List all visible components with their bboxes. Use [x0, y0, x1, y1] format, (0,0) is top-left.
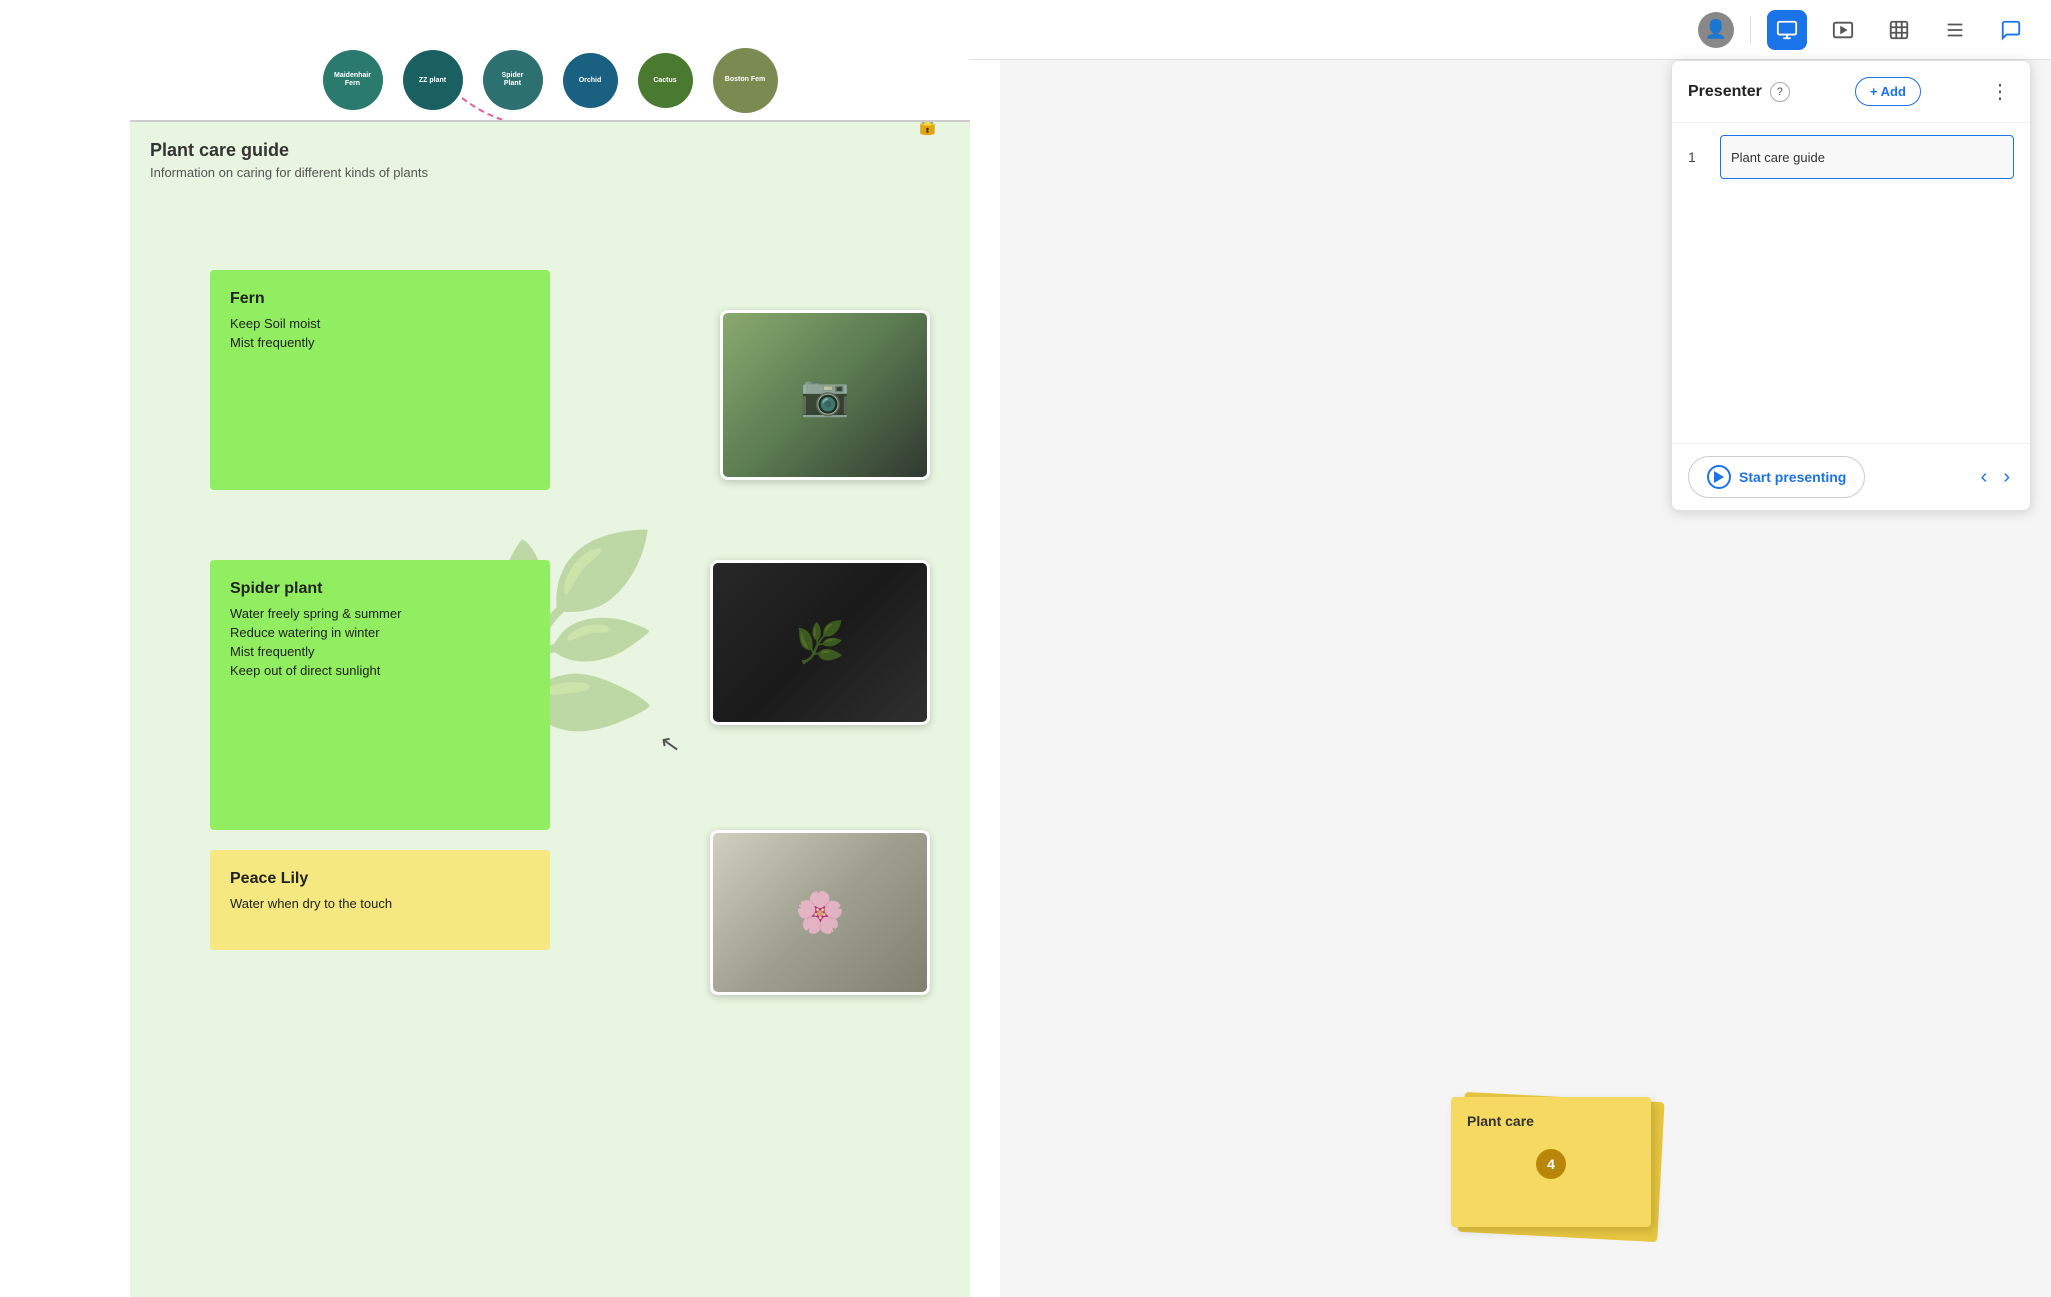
toolbar-slideshow-btn[interactable]: [1823, 10, 1863, 50]
plant-photo-3: 🌸: [710, 830, 930, 995]
presenter-bottom: Start presenting ‹ ›: [1672, 443, 2030, 510]
slide-preview-box-1[interactable]: Plant care guide: [1720, 135, 2014, 179]
presenter-slide-list: 1 Plant care guide: [1672, 123, 2030, 443]
mindmap-node-maidenhair: MaidenhairFern: [323, 50, 383, 110]
mindmap-node-zz: ZZ plant: [403, 50, 463, 110]
nav-prev-btn[interactable]: ‹: [1977, 462, 1992, 493]
slide-preview-text-1: Plant care guide: [1731, 150, 1825, 165]
fern-care-2: Mist frequently: [230, 335, 530, 350]
start-presenting-btn[interactable]: Start presenting: [1688, 456, 1865, 498]
plant-photo-3-placeholder: 🌸: [713, 833, 927, 992]
spider-care-2: Reduce watering in winter: [230, 625, 530, 640]
plant-photo-1-placeholder: 📷: [723, 313, 927, 477]
sticky-note-front: Plant care 4: [1467, 1113, 1635, 1179]
sticky-note-label: Plant care: [1467, 1113, 1635, 1129]
slide-title: Plant care guide: [150, 140, 950, 161]
peace-name: Peace Lily: [230, 870, 530, 888]
slide-header: Plant care guide Information on caring f…: [130, 122, 970, 190]
canvas-area: MaidenhairFern ZZ plant SpiderPlant Orch…: [0, 0, 1000, 1297]
slide-body: 🌿 Fern Keep Soil moist Mist frequently S…: [130, 190, 970, 1285]
fern-care-1: Keep Soil moist: [230, 316, 530, 331]
nav-next-btn[interactable]: ›: [1999, 462, 2014, 493]
mindmap-nodes: MaidenhairFern ZZ plant SpiderPlant Orch…: [323, 48, 778, 113]
mindmap-node-cactus: Cactus: [638, 53, 693, 108]
spider-name: Spider plant: [230, 580, 530, 598]
presenter-help-btn[interactable]: ?: [1770, 82, 1790, 102]
plant-photo-2-placeholder: 🌿: [713, 563, 927, 722]
spider-care-4: Keep out of direct sunlight: [230, 663, 530, 678]
mindmap-node-spider: SpiderPlant: [483, 50, 543, 110]
spider-card: Spider plant Water freely spring & summe…: [210, 560, 550, 830]
slide-subtitle: Information on caring for different kind…: [150, 165, 950, 180]
start-presenting-label: Start presenting: [1739, 469, 1846, 485]
presenter-slide-item-1: 1 Plant care guide: [1688, 135, 2014, 179]
presenter-title-group: Presenter ?: [1688, 82, 1790, 102]
presenter-more-btn[interactable]: ⋮: [1986, 75, 2014, 108]
slide-content: 🔒 Plant care guide Information on caring…: [130, 120, 970, 1297]
presenter-panel-header: Presenter ? + Add ⋮: [1672, 61, 2030, 123]
fern-card: Fern Keep Soil moist Mist frequently: [210, 270, 550, 490]
mindmap-node-orchid: Orchid: [563, 53, 618, 108]
spider-care-3: Mist frequently: [230, 644, 530, 659]
sticky-note-count: 4: [1536, 1149, 1566, 1179]
sticky-note[interactable]: Plant care 4: [1451, 1097, 1651, 1227]
presenter-title: Presenter: [1688, 83, 1762, 101]
fern-name: Fern: [230, 290, 530, 308]
toolbar-presenter-btn[interactable]: [1767, 10, 1807, 50]
peace-card: Peace Lily Water when dry to the touch: [210, 850, 550, 950]
toolbar-comment-btn[interactable]: [1991, 10, 2031, 50]
nav-arrows: ‹ ›: [1977, 462, 2014, 493]
plant-photo-2: 🌿: [710, 560, 930, 725]
presenter-panel: Presenter ? + Add ⋮ 1 Plant care guide S…: [1671, 60, 2031, 511]
presenter-add-btn[interactable]: + Add: [1855, 77, 1921, 106]
toolbar-divider-1: [1750, 16, 1751, 44]
spider-care-1: Water freely spring & summer: [230, 606, 530, 621]
mindmap-area: MaidenhairFern ZZ plant SpiderPlant Orch…: [130, 0, 970, 120]
slide-number-1: 1: [1688, 149, 1708, 165]
plant-photo-1: 📷: [720, 310, 930, 480]
cursor-indicator: ↖: [658, 728, 683, 760]
peace-care-1: Water when dry to the touch: [230, 896, 530, 911]
top-toolbar: 👤: [970, 0, 2051, 60]
toolbar-avatar[interactable]: 👤: [1698, 12, 1734, 48]
lock-icon: 🔒: [915, 120, 940, 137]
mindmap-node-boston-fem: Boston Fem: [713, 48, 778, 113]
toolbar-menu-btn[interactable]: [1935, 10, 1975, 50]
toolbar-export-btn[interactable]: [1879, 10, 1919, 50]
play-icon: [1707, 465, 1731, 489]
